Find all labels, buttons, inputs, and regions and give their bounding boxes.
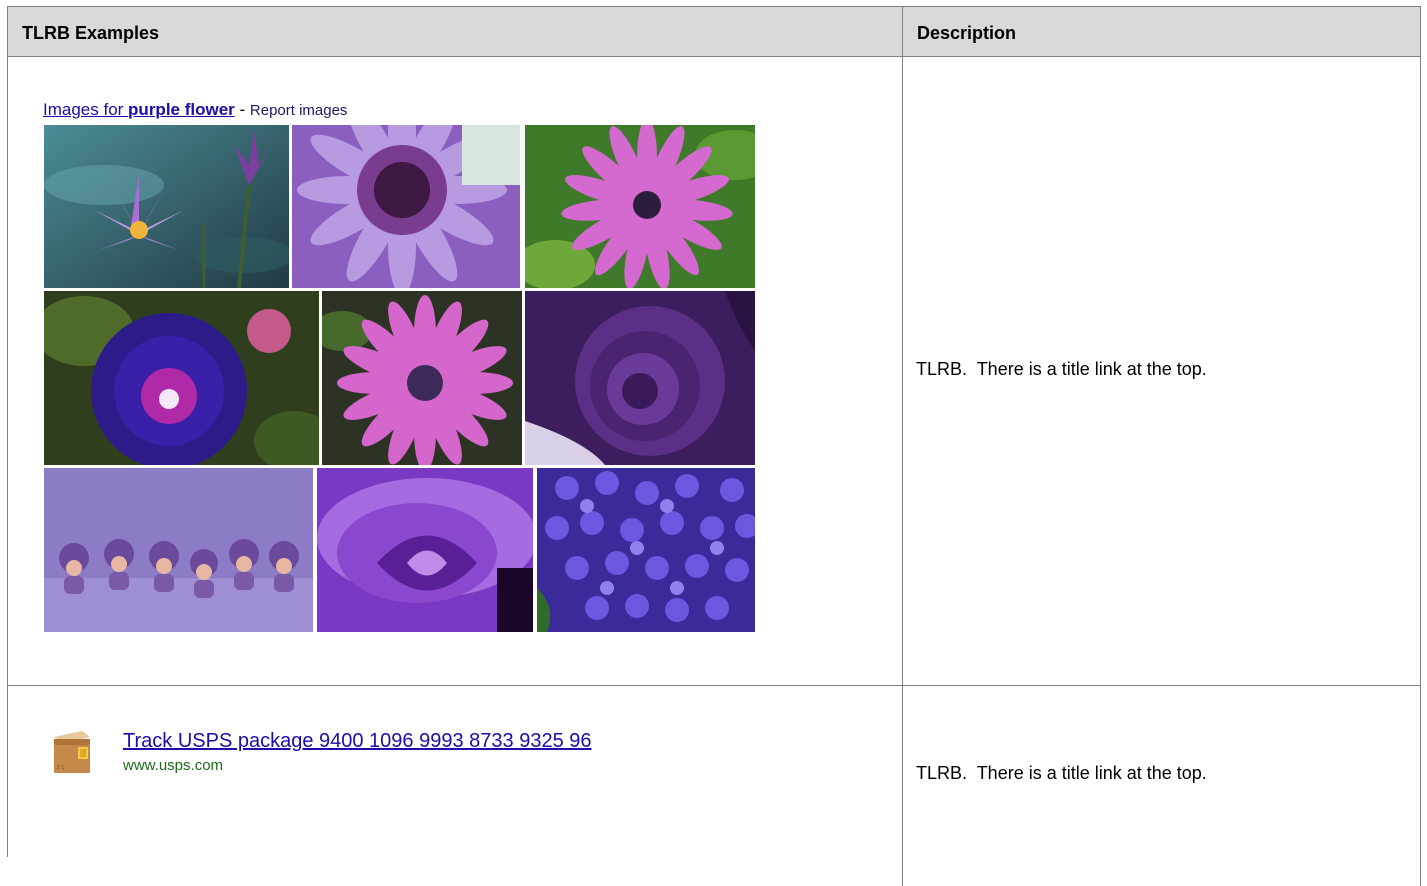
lilac-blossoms-photo[interactable]: [537, 468, 755, 632]
example-cell-images: Images for purple flower - Report images: [8, 57, 903, 686]
purple-rose-photo[interactable]: [525, 291, 755, 465]
description-text: TLRB. There is a title link at the top.: [916, 359, 1207, 379]
description-cell-usps: TLRB. There is a title link at the top.: [903, 686, 1421, 886]
images-title-link[interactable]: Images for purple flower: [43, 100, 235, 119]
svg-text:Z 1: Z 1: [57, 765, 64, 771]
usps-title-link[interactable]: Track USPS package 9400 1096 9993 8733 9…: [123, 730, 592, 753]
image-results-heading: Images for purple flower - Report images: [43, 100, 348, 119]
description-cell-images: TLRB. There is a title link at the top.: [903, 57, 1421, 686]
examples-table: TLRB Examples Description Images for pur…: [7, 6, 1421, 886]
babies-in-costume-photo[interactable]: [44, 468, 313, 632]
water-lily-photo[interactable]: [44, 125, 289, 288]
purple-rose-closeup-photo[interactable]: [317, 468, 533, 632]
morning-glory-photo[interactable]: [44, 291, 319, 465]
usps-url: www.usps.com: [123, 757, 224, 774]
example-cell-usps: Z 1 Track USPS package 9400 1096 9993 87…: [8, 686, 903, 886]
header-examples: TLRB Examples: [22, 23, 160, 43]
report-images-link[interactable]: Report images: [250, 102, 348, 119]
osteospermum-photo[interactable]: [525, 125, 755, 288]
gerbera-closeup-photo[interactable]: [292, 125, 520, 288]
description-text: TLRB. There is a title link at the top.: [916, 763, 1207, 783]
package-box-icon: Z 1: [52, 729, 92, 775]
wet-gerbera-photo[interactable]: [322, 291, 522, 465]
header-description: Description: [917, 23, 1017, 43]
header-cell-description: Description: [903, 7, 1421, 57]
header-cell-examples: TLRB Examples: [8, 7, 903, 57]
